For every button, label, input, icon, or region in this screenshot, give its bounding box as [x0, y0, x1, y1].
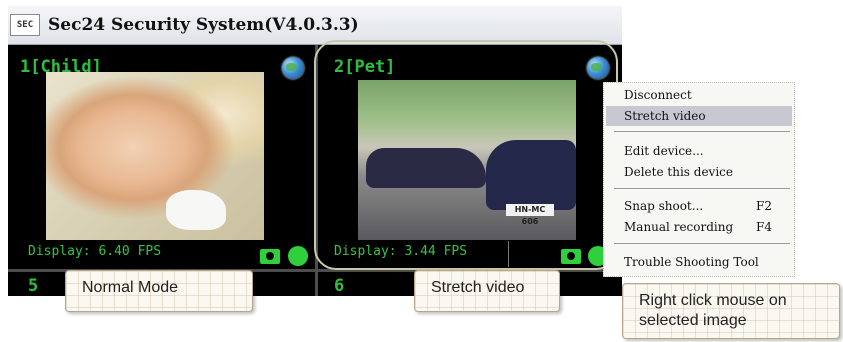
callout-text: Normal Mode [82, 279, 179, 296]
window-title: Sec24 Security System(V4.0.3.3) [48, 15, 359, 35]
menu-item-label: Stretch video [624, 109, 706, 123]
callout-text: Stretch video [431, 279, 525, 296]
callout-stretch-video: Stretch video [414, 270, 560, 312]
callout-text-line1: Right click mouse on [639, 292, 787, 309]
menu-item-disconnect[interactable]: Disconnect [606, 85, 792, 105]
menu-separator [614, 243, 790, 244]
car-right [486, 140, 576, 210]
camera-2-video[interactable]: HN-MC 606 [358, 80, 576, 240]
menu-item-label: Disconnect [624, 88, 692, 102]
menu-separator [614, 131, 790, 132]
camera-1-video[interactable] [46, 72, 264, 240]
menu-item-label: Snap shoot... [624, 199, 704, 213]
camera-6-label: 6 [334, 276, 345, 296]
globe-icon[interactable] [282, 57, 304, 79]
menu-item-manual-recording[interactable]: Manual recording F4 [606, 217, 792, 237]
menu-shortcut: F2 [756, 199, 772, 213]
car-left [366, 148, 486, 188]
record-dot-icon[interactable] [288, 246, 308, 266]
menu-item-edit-device[interactable]: Edit device... [606, 141, 792, 161]
license-plate: HN-MC 606 [506, 204, 554, 226]
app-logo: SEC [10, 14, 40, 36]
baby-diaper [166, 190, 226, 230]
menu-shortcut: F4 [756, 220, 772, 234]
context-menu: Disconnect Stretch video Edit device... … [603, 82, 795, 277]
callout-right-click: Right click mouse on selected image [622, 283, 840, 339]
callout-text-line2: selected image [639, 312, 747, 329]
menu-item-delete-device[interactable]: Delete this device [606, 162, 792, 182]
menu-item-label: Delete this device [624, 165, 733, 179]
menu-item-trouble-shooting[interactable]: Trouble Shooting Tool [606, 252, 792, 272]
menu-item-label: Edit device... [624, 144, 704, 158]
camera-1-fps: Display: 6.40 FPS [28, 244, 162, 259]
menu-separator [614, 188, 790, 189]
snapshot-camera-icon[interactable] [260, 249, 280, 264]
menu-item-snap-shoot[interactable]: Snap shoot... F2 [606, 196, 792, 216]
menu-item-label: Trouble Shooting Tool [624, 255, 759, 269]
callout-normal-mode: Normal Mode [65, 270, 253, 312]
menu-item-label: Manual recording [624, 220, 734, 234]
camera-5-label: 5 [28, 276, 39, 296]
menu-item-stretch-video[interactable]: Stretch video [606, 106, 792, 126]
